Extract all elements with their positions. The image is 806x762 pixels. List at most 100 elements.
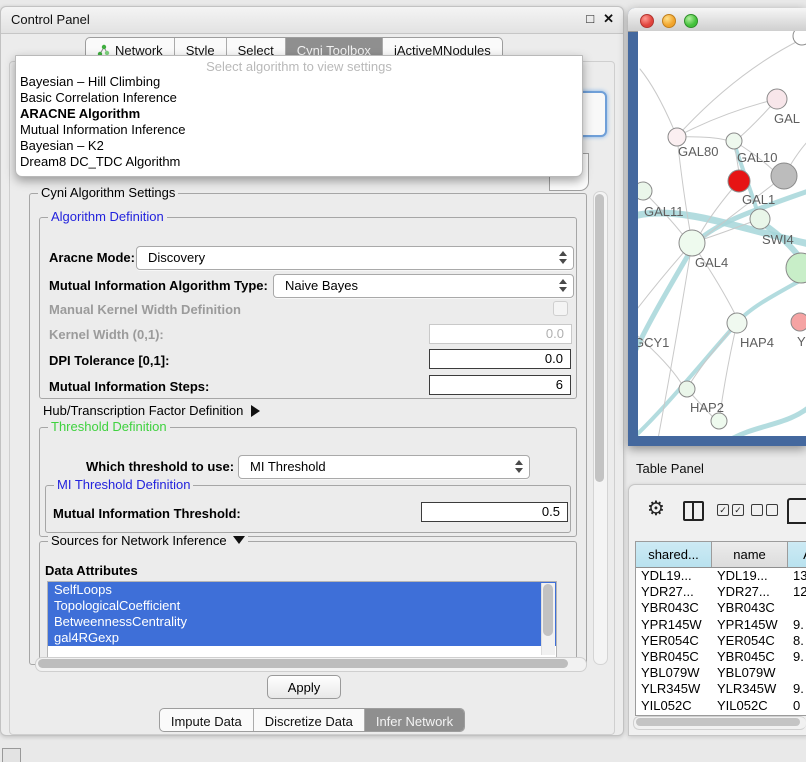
algorithm-option-mutual-information-inference[interactable]: Mutual Information Inference xyxy=(16,122,582,138)
dpi-tolerance-field[interactable]: 0.0 xyxy=(429,349,571,369)
kernel-width-label: Kernel Width (0,1): xyxy=(49,327,164,342)
table-cell: 9. xyxy=(788,649,806,665)
control-panel-title: Control Panel xyxy=(11,12,90,27)
network-edge xyxy=(640,69,677,137)
expand-right-icon xyxy=(251,405,260,417)
combo-spinner-icon xyxy=(515,460,523,473)
tab-discretize-data[interactable]: Discretize Data xyxy=(254,709,365,731)
table-row[interactable]: YBR043CYBR043C xyxy=(636,600,806,616)
columns-icon[interactable] xyxy=(683,501,704,521)
network-node-gal4[interactable] xyxy=(679,230,705,256)
minimized-panel-icon[interactable] xyxy=(2,748,21,762)
close-traffic-light-icon[interactable] xyxy=(640,14,654,28)
table-cell: YBR045C xyxy=(636,649,712,665)
table-row[interactable]: YBR045CYBR045C9. xyxy=(636,649,806,665)
network-canvas[interactable]: GALGAL80GAL10GAL11SWI4GAL4GCY1HAP4YHAP2G… xyxy=(638,31,806,436)
data-attributes-label: Data Attributes xyxy=(45,563,138,578)
table-row[interactable]: YLR345WYLR345W9. xyxy=(636,681,806,697)
tab-infer-network[interactable]: Infer Network xyxy=(365,709,464,731)
network-node-gal10[interactable] xyxy=(726,133,742,149)
sources-toggle[interactable]: Sources for Network Inference xyxy=(48,533,248,548)
apply-button[interactable]: Apply xyxy=(267,675,341,699)
algorithm-option-bayesian-hill-climbing[interactable]: Bayesian – Hill Climbing xyxy=(16,74,582,90)
bottom-tab-bar: Impute DataDiscretize DataInfer Network xyxy=(159,708,465,732)
column-header-a[interactable]: A xyxy=(788,542,806,567)
network-node-hap4[interactable] xyxy=(727,313,747,333)
close-icon[interactable]: ✕ xyxy=(603,11,614,27)
screen: Control Panel □ ✕ NetworkStyleSelectCyni… xyxy=(0,0,806,762)
mi-threshold-field[interactable]: 0.5 xyxy=(421,502,568,522)
attributes-scrollbar[interactable] xyxy=(541,583,555,655)
algorithm-dropdown-items: Bayesian – Hill ClimbingBasic Correlatio… xyxy=(16,74,582,170)
combo-spinner-icon xyxy=(559,279,567,292)
table-cell: YLR345W xyxy=(712,681,788,697)
network-node[interactable] xyxy=(786,253,806,283)
scrollbar-thumb[interactable] xyxy=(38,659,568,668)
table-row[interactable]: YDR27...YDR27...12 xyxy=(636,584,806,600)
kernel-width-field[interactable]: 0.0 xyxy=(429,324,572,344)
table-row[interactable]: YIL052CYIL052C0 xyxy=(636,698,806,714)
which-threshold-value: MI Threshold xyxy=(250,459,326,474)
table-row[interactable]: YBL079WYBL079W xyxy=(636,665,806,681)
table-cell: YIL052C xyxy=(712,698,788,714)
mi-algorithm-type-combo[interactable]: Naive Bayes xyxy=(273,274,574,298)
network-node[interactable] xyxy=(771,163,797,189)
table-row[interactable]: YER054CYER054C8. xyxy=(636,633,806,649)
algorithm-option-bayesian-k2[interactable]: Bayesian – K2 xyxy=(16,138,582,154)
table-row[interactable]: YDL19...YDL19...13 xyxy=(636,568,806,584)
mi-steps-field[interactable]: 6 xyxy=(429,375,571,395)
aracne-mode-combo[interactable]: Discovery xyxy=(136,246,574,270)
export-table-icon[interactable] xyxy=(787,498,806,524)
algorithm-option-aracne-algorithm[interactable]: ARACNE Algorithm xyxy=(16,106,582,122)
settings-vertical-scrollbar[interactable] xyxy=(593,191,608,665)
network-node-y[interactable] xyxy=(791,313,806,331)
minimize-traffic-light-icon[interactable] xyxy=(662,14,676,28)
network-node-hap2[interactable] xyxy=(679,381,695,397)
deselect-all-columns-icon[interactable] xyxy=(751,504,778,516)
table-cell xyxy=(788,600,806,616)
control-panel-titlebar: Control Panel □ ✕ xyxy=(1,7,623,34)
aracne-mode-label: Aracne Mode: xyxy=(49,250,135,265)
tab-impute-data[interactable]: Impute Data xyxy=(160,709,254,731)
table-cell xyxy=(788,665,806,681)
table-row[interactable]: YPR145WYPR145W9. xyxy=(636,617,806,633)
hub-definition-toggle[interactable]: Hub/Transcription Factor Definition xyxy=(43,403,260,418)
zoom-traffic-light-icon[interactable] xyxy=(684,14,698,28)
table-cell: YER054C xyxy=(636,633,712,649)
which-threshold-combo[interactable]: MI Threshold xyxy=(238,455,530,479)
table-horizontal-scrollbar[interactable] xyxy=(633,716,806,730)
attribute-item-betweennesscentrality[interactable]: BetweennessCentrality xyxy=(48,614,556,630)
algorithm-option-basic-correlation-inference[interactable]: Basic Correlation Inference xyxy=(16,90,582,106)
network-node-gal[interactable] xyxy=(767,89,787,109)
scrollbar-thumb[interactable] xyxy=(636,718,800,726)
hub-definition-label: Hub/Transcription Factor Definition xyxy=(43,403,243,418)
network-window-titlebar[interactable] xyxy=(628,8,806,32)
table-cell: YBL079W xyxy=(712,665,788,681)
column-header-shared[interactable]: shared... xyxy=(636,542,712,567)
table-cell: YER054C xyxy=(712,633,788,649)
network-node[interactable] xyxy=(728,170,750,192)
mi-algorithm-type-value: Naive Bayes xyxy=(285,278,358,293)
attribute-item-topologicalcoefficient[interactable]: TopologicalCoefficient xyxy=(48,598,556,614)
threshold-definition-title: Threshold Definition xyxy=(48,419,170,434)
mi-algorithm-type-label: Mutual Information Algorithm Type: xyxy=(49,278,268,293)
float-window-icon[interactable]: □ xyxy=(586,11,594,27)
scrollbar-thumb[interactable] xyxy=(595,194,604,482)
attribute-item-selfloops[interactable]: SelfLoops xyxy=(48,582,556,598)
settings-horizontal-scrollbar[interactable] xyxy=(35,657,587,672)
table-cell: 9. xyxy=(788,617,806,633)
node-label: HAP4 xyxy=(740,335,774,350)
algorithm-option-dream8-dc-tdc-algorithm[interactable]: Dream8 DC_TDC Algorithm xyxy=(16,154,582,170)
network-node-swi4[interactable] xyxy=(750,209,770,229)
manual-kernel-width-checkbox[interactable] xyxy=(553,301,568,316)
network-node[interactable] xyxy=(711,413,727,429)
gear-icon[interactable]: ⚙ xyxy=(647,499,665,519)
attribute-item-gal4rgexp[interactable]: gal4RGexp xyxy=(48,630,556,646)
column-header-name[interactable]: name xyxy=(712,542,788,567)
select-all-columns-icon[interactable]: ✓✓ xyxy=(717,504,744,516)
table-cell: YBR045C xyxy=(712,649,788,665)
network-node-gal11[interactable] xyxy=(638,182,652,200)
scrollbar-thumb[interactable] xyxy=(543,584,553,636)
table-cell: 0 xyxy=(788,698,806,714)
algorithm-dropdown-popup: Select algorithm to view settings Bayesi… xyxy=(15,55,583,177)
